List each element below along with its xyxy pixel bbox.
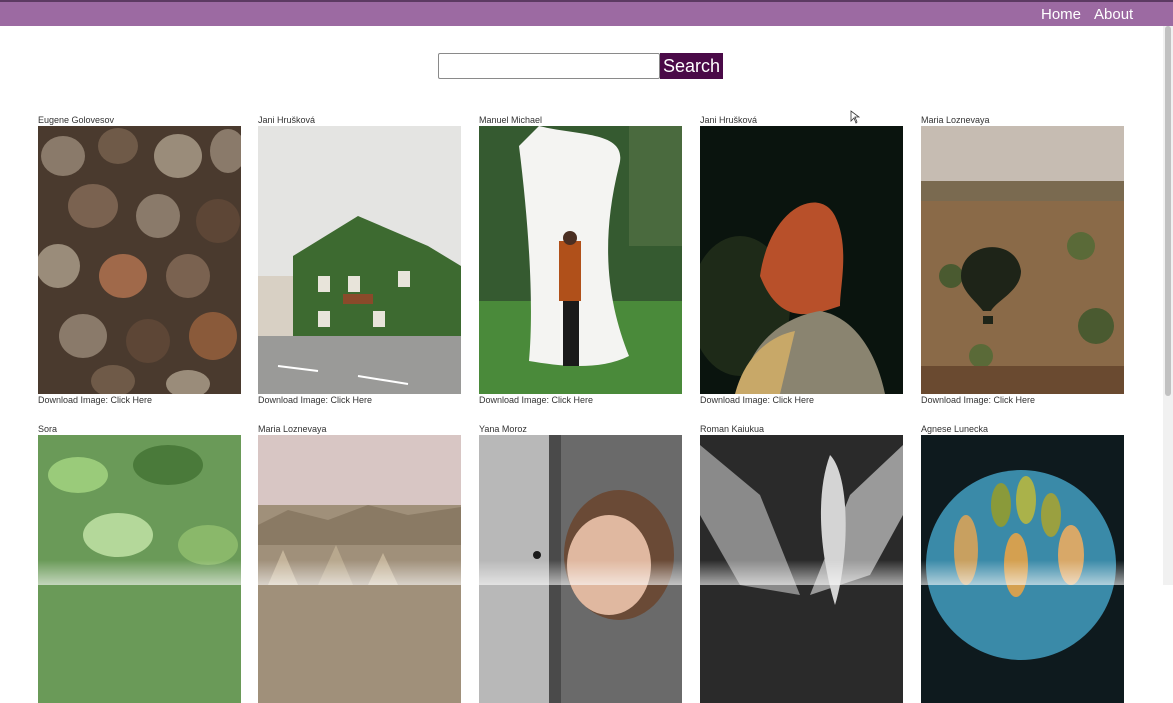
download-link[interactable]: Click Here — [773, 395, 815, 405]
nav-home-link[interactable]: Home — [1041, 6, 1081, 23]
download-line: Download Image: Click Here — [38, 395, 241, 405]
photo-balloon-shadow[interactable] — [921, 126, 1124, 394]
photo-author: Yana Moroz — [479, 424, 527, 434]
photo-author: Jani Hrušková — [700, 115, 758, 125]
search-button[interactable]: Search — [660, 53, 723, 79]
search-input[interactable] — [438, 53, 660, 79]
scrollbar-thumb[interactable] — [1165, 26, 1171, 396]
photo-author: Maria Loznevaya — [258, 424, 327, 434]
mouse-cursor-icon — [850, 110, 860, 124]
photo-white-fabric[interactable] — [479, 126, 682, 394]
download-prefix: Download Image: — [479, 395, 552, 405]
download-prefix: Download Image: — [700, 395, 773, 405]
download-prefix: Download Image: — [921, 395, 994, 405]
download-prefix: Download Image: — [38, 395, 111, 405]
photo-card: Eugene Golovesov Download Image: Click H… — [38, 115, 241, 405]
photo-author: Eugene Golovesov — [38, 115, 115, 125]
download-prefix: Download Image: — [258, 395, 331, 405]
photo-ivy-house[interactable] — [258, 126, 461, 394]
photo-card: Maria Loznevaya Download Image: Click He… — [921, 115, 1124, 405]
photo-card: Jani Hrušková Download Image: Click Here — [258, 115, 461, 405]
bottom-fade — [0, 560, 1163, 585]
photo-author: Sora — [38, 424, 58, 434]
download-line: Download Image: Click Here — [700, 395, 903, 405]
nav-about-link[interactable]: About — [1094, 6, 1133, 23]
download-line: Download Image: Click Here — [258, 395, 461, 405]
download-link[interactable]: Click Here — [552, 395, 594, 405]
photo-red-hair-woman[interactable] — [700, 126, 903, 394]
download-link[interactable]: Click Here — [994, 395, 1036, 405]
download-line: Download Image: Click Here — [921, 395, 1124, 405]
top-navbar: Home About — [0, 0, 1173, 26]
photo-author: Manuel Michael — [479, 115, 543, 125]
download-link[interactable]: Click Here — [331, 395, 373, 405]
photo-author: Roman Kaiukua — [700, 424, 765, 434]
photo-card: Manuel Michael Download Image: Click Her… — [479, 115, 682, 405]
download-link[interactable]: Click Here — [111, 395, 153, 405]
download-line: Download Image: Click Here — [479, 395, 682, 405]
photo-author: Maria Loznevaya — [921, 115, 990, 125]
photo-card: Jani Hrušková Download Image: Click Here — [700, 115, 903, 405]
photo-author: Jani Hrušková — [258, 115, 316, 125]
photo-author: Agnese Lunecka — [921, 424, 989, 434]
photo-pinecones[interactable] — [38, 126, 241, 394]
